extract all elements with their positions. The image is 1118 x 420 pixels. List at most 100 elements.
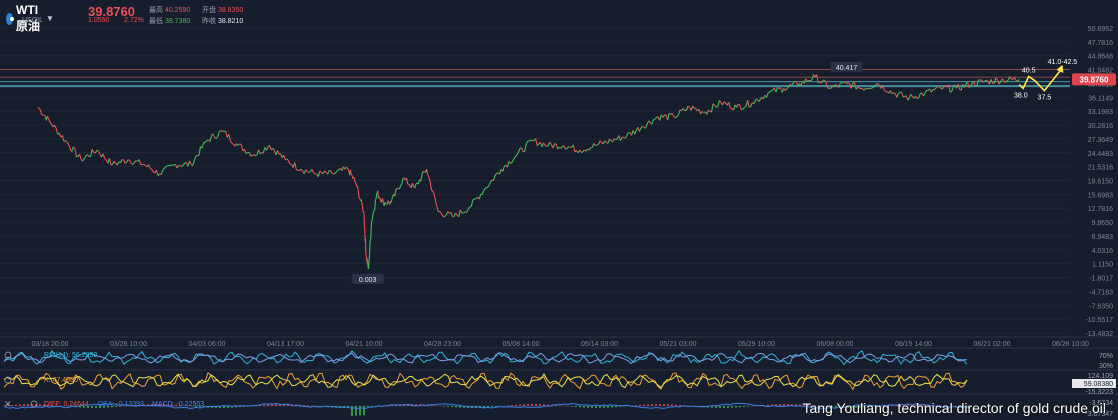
price-segment [87, 154, 90, 157]
price-segment [951, 87, 954, 92]
price-segment [930, 89, 934, 93]
price-segment [333, 172, 336, 175]
price-segment [653, 118, 656, 121]
price-segment [411, 182, 415, 187]
price-segment [692, 105, 695, 109]
price-segment [511, 158, 515, 163]
price-segment [336, 169, 339, 172]
price-segment [976, 79, 979, 86]
y-tick-label: 36.1149 [1088, 95, 1113, 102]
price-segment [97, 150, 101, 155]
symbol-icon [6, 12, 15, 25]
price-segment [624, 135, 628, 139]
price-segment [324, 170, 327, 173]
price-segment [466, 208, 469, 213]
price-change-pct: 2.72% [124, 17, 144, 24]
price-segment [430, 188, 433, 192]
y-tick-label: 21.5316 [1088, 165, 1113, 172]
price-segment [138, 159, 142, 165]
price-segment [486, 185, 489, 189]
x-tick-label: 03/18 20:00 [32, 341, 69, 348]
price-segment [387, 200, 390, 203]
price-segment [510, 161, 513, 165]
y-tick-label: 4.0316 [1092, 248, 1114, 255]
x-tick-label: 04/21 10:00 [346, 341, 383, 348]
chevron-down-icon[interactable]: ▼ [46, 14, 54, 23]
price-segment [642, 125, 645, 128]
price-segment [204, 140, 208, 143]
macd-value: MACD: -0.22503 [152, 401, 204, 408]
price-segment [269, 145, 272, 150]
chart-canvas[interactable]: 50.695247.781644.864841.948239.031636.11… [0, 0, 1118, 420]
price-segment [739, 105, 742, 110]
price-segment [58, 132, 62, 138]
price-segment [372, 211, 375, 213]
price-segment [671, 113, 675, 118]
price-segment [841, 81, 844, 84]
price-segment [400, 183, 403, 186]
price-segment [472, 198, 475, 201]
price-segment [638, 127, 642, 132]
price-segment [715, 105, 719, 108]
price-segment [220, 130, 223, 132]
price-segment [96, 149, 99, 152]
price-change: 1.0550 [88, 17, 110, 24]
price-segment [350, 173, 353, 176]
price-segment [361, 204, 364, 212]
price-segment [824, 79, 827, 84]
price-segment [176, 165, 179, 169]
price-segment [346, 166, 349, 170]
y-tick-label: -4.7183 [1089, 289, 1113, 296]
price-segment [469, 205, 472, 208]
price-segment [450, 212, 453, 217]
price-segment [192, 160, 195, 166]
price-segment [701, 111, 704, 113]
price-segment [645, 123, 648, 129]
stat-high: 最高 40.2590 [149, 7, 191, 14]
price-segment [599, 140, 602, 143]
price-segment [690, 105, 694, 111]
price-segment [43, 114, 46, 117]
price-segment [938, 86, 942, 89]
price-segment [357, 190, 360, 199]
y-tick-label: 15.6983 [1088, 192, 1113, 199]
price-segment [74, 148, 78, 157]
price-segment [240, 144, 244, 152]
price-segment [949, 90, 952, 93]
price-segment [463, 211, 466, 214]
stat-open: 开盘 38.8350 [202, 7, 244, 14]
y-tick-label: 47.7816 [1088, 40, 1113, 47]
price-segment [543, 142, 546, 146]
price-segment [253, 154, 256, 157]
price-segment [149, 168, 153, 171]
price-segment [753, 99, 756, 104]
price-segment [375, 198, 377, 200]
price-segment [557, 146, 560, 150]
price-segment [676, 114, 679, 117]
price-segment [128, 159, 131, 161]
price-segment [535, 138, 538, 146]
price-segment [401, 178, 404, 184]
price-segment [38, 108, 41, 111]
price-segment [698, 109, 702, 114]
price-segment [582, 149, 585, 153]
price-segment [231, 142, 234, 145]
price-segment [217, 131, 220, 137]
price-segment [396, 187, 399, 190]
price-segment [262, 147, 266, 154]
price-segment [335, 170, 338, 174]
price-segment [728, 102, 731, 109]
price-segment [395, 187, 398, 190]
price-segment [982, 80, 985, 83]
price-segment [924, 90, 928, 94]
price-segment [119, 159, 123, 163]
price-segment [306, 171, 310, 173]
annotation-label: 37.5 [1038, 95, 1052, 102]
price-segment [499, 168, 502, 175]
price-segment [313, 172, 316, 175]
price-segment [46, 115, 50, 120]
price-segment [579, 149, 582, 153]
y-tick-label: 18.6150 [1088, 179, 1113, 186]
price-segment [427, 174, 430, 178]
macd-diff: DIFF: 0.24644 [44, 401, 89, 408]
